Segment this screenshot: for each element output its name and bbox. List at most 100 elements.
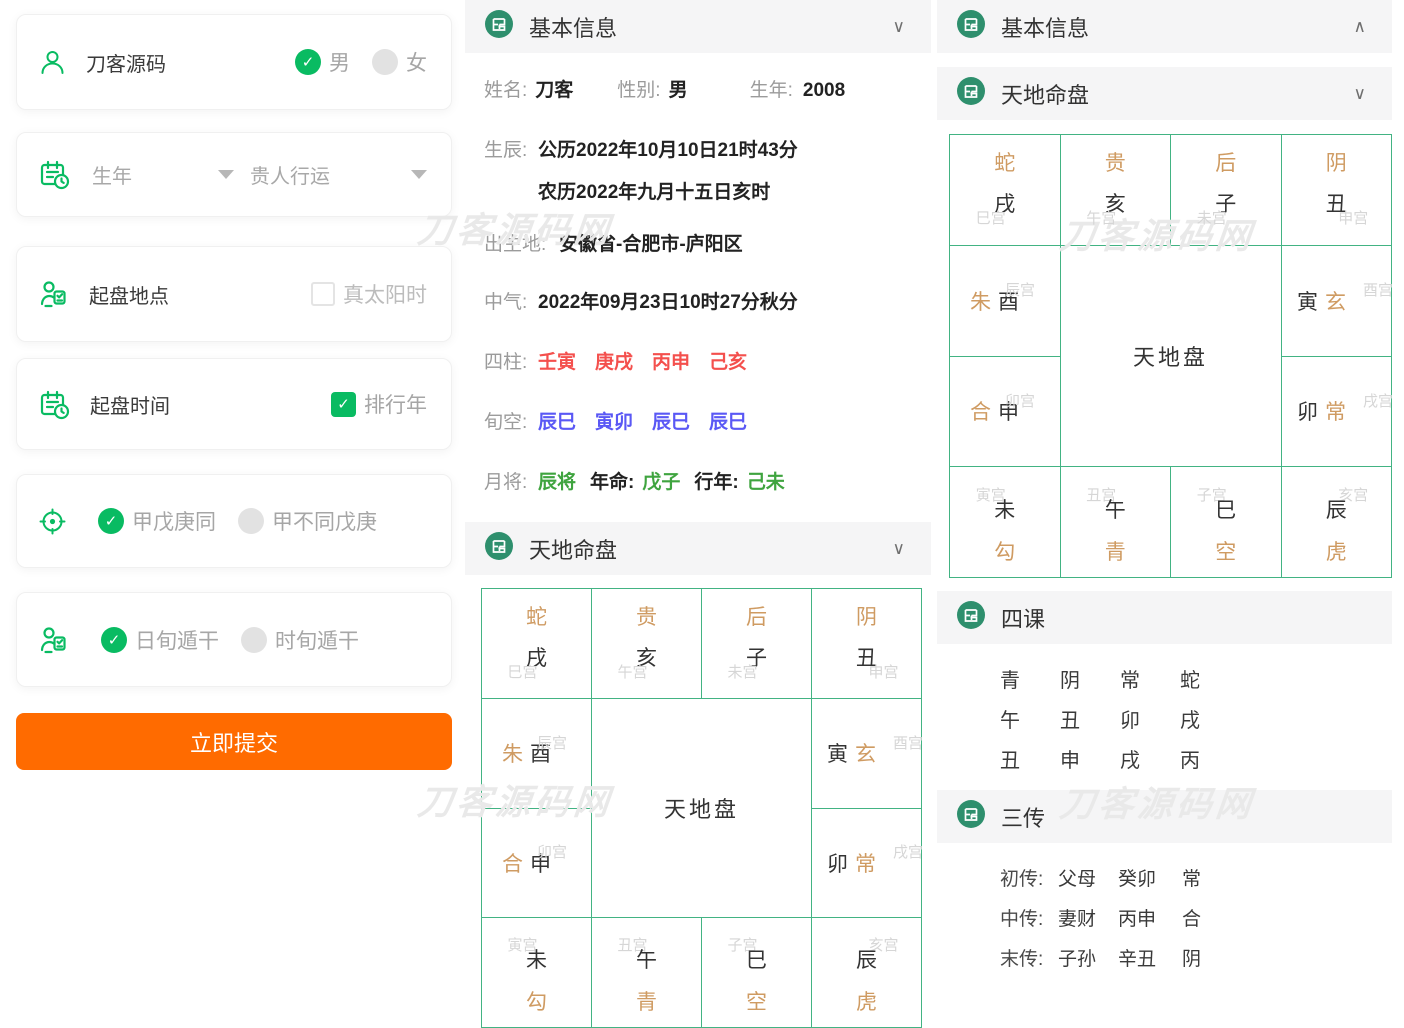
pan-cell: 子宫巳空: [702, 918, 812, 1028]
gender-value: 男: [669, 80, 688, 101]
chevron-down-icon[interactable]: ∨: [893, 17, 905, 37]
year-value: 2008: [803, 80, 845, 101]
jia-same-radio[interactable]: ✓ 甲戊庚同: [98, 506, 216, 536]
pan-cell: 蛇戌巳宫: [950, 135, 1061, 246]
panel-title: 三传: [1001, 801, 1045, 833]
panel-basic-info-header-collapsed[interactable]: 基本信息 ∧: [937, 0, 1392, 53]
pan-cell: 朱酉辰宫: [482, 699, 592, 809]
panel-title: 天地命盘: [1001, 78, 1089, 110]
right-column: 基本信息 ∧ 天地命盘 ∨ 蛇戌巳宫 贵亥午宫 后子未宫 阴丑申宫 朱酉辰宫 天…: [937, 0, 1392, 1015]
pan-cell: 后子未宫: [1171, 135, 1282, 246]
chevron-down-icon[interactable]: ∨: [1354, 84, 1366, 104]
name-input[interactable]: 刀客源码: [86, 48, 166, 77]
location-field[interactable]: 起盘地点: [89, 280, 169, 309]
pan-cell: 亥宫辰虎: [812, 918, 922, 1028]
sike-row: 青阴常蛇: [1000, 664, 1240, 693]
hour-xun-radio[interactable]: 时旬遁干: [241, 625, 359, 655]
pan-cell: 卯常戌宫: [812, 809, 922, 919]
pan-cell: 贵亥午宫: [1061, 135, 1172, 246]
panel-title: 基本信息: [1001, 11, 1089, 43]
location-card: 起盘地点 真太阳时: [16, 246, 452, 342]
panel-title: 四课: [1001, 602, 1045, 634]
user-icon: [39, 49, 66, 76]
middle-column: 基本信息 ∨ 姓名:刀客性别:男生年:2008 生辰:公历2022年10月10日…: [465, 0, 931, 1015]
submit-button[interactable]: 立即提交: [16, 713, 452, 770]
day-xun-radio[interactable]: ✓ 日旬遁干: [101, 625, 219, 655]
sanchuan-row: 末传:子孙辛丑阴: [1000, 944, 1201, 971]
pan-cell: 寅宫未勾: [482, 918, 592, 1028]
pan-cell: 阴丑申宫: [812, 589, 922, 699]
xun-rule-card: ✓ 日旬遁干 时旬遁干: [16, 592, 452, 687]
pan-cell: 丑宫午青: [592, 918, 702, 1028]
rank-year-checkbox[interactable]: ✓ 排行年: [331, 389, 427, 419]
true-solar-checkbox[interactable]: 真太阳时: [311, 279, 427, 309]
app-logo-icon: [957, 800, 985, 833]
chevron-up-icon[interactable]: ∧: [1354, 17, 1366, 37]
panel-sanchuan-header[interactable]: 三传: [937, 790, 1392, 843]
info-row-yuejiang: 月将:辰将年命:戊子行年:己未: [484, 467, 785, 494]
pan-center-cell: 天地盘: [592, 699, 812, 919]
radio-unchecked-icon: [241, 627, 267, 653]
time-field[interactable]: 起盘时间: [90, 390, 170, 419]
panel-basic-info-header[interactable]: 基本信息 ∨: [465, 0, 931, 53]
birth-gregorian: 公历2022年10月10日21时43分: [538, 140, 798, 161]
pan-cell: 寅宫未勾: [950, 467, 1061, 578]
info-row-sizhu: 四柱:壬寅庚戌丙申己亥: [484, 347, 766, 374]
radio-checked-icon: ✓: [295, 49, 321, 75]
app-logo-icon: [485, 532, 513, 565]
panel-title: 基本信息: [529, 11, 617, 43]
noble-select[interactable]: 贵人行运: [250, 160, 368, 189]
pan-cell: 朱酉辰宫: [950, 246, 1061, 357]
pan-center-cell: 天地盘: [1061, 246, 1282, 468]
zhongqi-value: 2022年09月23日10时27分秋分: [538, 292, 798, 313]
chevron-down-icon[interactable]: ∨: [893, 539, 905, 559]
pan-cell: 卯常戌宫: [1282, 357, 1393, 468]
time-card: 起盘时间 ✓ 排行年: [16, 358, 452, 450]
birthplace-value: 安徽省-合肥市-庐阳区: [559, 234, 743, 255]
birth-year-select[interactable]: 生年: [92, 160, 218, 189]
app-logo-icon: [485, 10, 513, 43]
radio-checked-icon: ✓: [101, 627, 127, 653]
info-row-xunkong: 旬空:辰巳寅卯辰巳辰巳: [484, 407, 766, 434]
gender-female-radio[interactable]: 女: [372, 47, 427, 77]
pan-cell: 子宫巳空: [1171, 467, 1282, 578]
pan-cell: 贵亥午宫: [592, 589, 702, 699]
sike-row: 丑申戌丙: [1000, 744, 1240, 773]
pan-grid: 蛇戌巳宫 贵亥午宫 后子未宫 阴丑申宫 朱酉辰宫 天地盘 寅玄酉宫 合申卯宫 卯…: [481, 588, 922, 1028]
panel-pan-header[interactable]: 天地命盘 ∨: [465, 522, 931, 575]
sanchuan-row: 中传:妻财丙申合: [1000, 904, 1201, 931]
info-row-birth: 生辰:公历2022年10月10日21时43分: [484, 135, 798, 162]
info-row-name-gender-year: 姓名:刀客性别:男生年:2008: [484, 75, 845, 102]
pan-cell: 合申卯宫: [950, 357, 1061, 468]
sanchuan-row: 初传:父母癸卯常: [1000, 864, 1201, 891]
pan-cell: 寅玄酉宫: [812, 699, 922, 809]
checkbox-unchecked-icon: [311, 282, 335, 306]
name-gender-card: 刀客源码 ✓ 男 女: [16, 14, 452, 110]
calendar-clock-icon: [39, 389, 70, 420]
pan-cell: 蛇戌巳宫: [482, 589, 592, 699]
pan-cell: 阴丑申宫: [1282, 135, 1393, 246]
panel-title: 天地命盘: [529, 533, 617, 565]
gender-male-radio[interactable]: ✓ 男: [295, 47, 350, 77]
pan-cell: 寅玄酉宫: [1282, 246, 1393, 357]
radio-unchecked-icon: [238, 508, 264, 534]
birth-year-card: 生年 贵人行运: [16, 132, 452, 217]
jia-rule-card: ✓ 甲戊庚同 甲不同戊庚: [16, 474, 452, 568]
jia-diff-radio[interactable]: 甲不同戊庚: [238, 506, 377, 536]
target-icon: [39, 508, 66, 535]
caret-down-icon: [411, 170, 427, 179]
birth-lunar: 农历2022年九月十五日亥时: [538, 182, 770, 203]
radio-checked-icon: ✓: [98, 508, 124, 534]
app-logo-icon: [957, 77, 985, 110]
app-logo-icon: [957, 601, 985, 634]
calendar-clock-icon: [39, 159, 70, 190]
info-row-birth-lunar: 农历2022年九月十五日亥时: [538, 177, 770, 204]
panel-sike-header[interactable]: 四课: [937, 591, 1392, 644]
person-checklist-icon: [39, 279, 69, 309]
name-value: 刀客: [535, 80, 573, 101]
checkbox-checked-icon: ✓: [331, 392, 356, 417]
radio-unchecked-icon: [372, 49, 398, 75]
pan-cell: 合申卯宫: [482, 809, 592, 919]
panel-pan-header[interactable]: 天地命盘 ∨: [937, 67, 1392, 120]
info-row-birthplace: 出生地:安徽省-合肥市-庐阳区: [484, 229, 743, 256]
